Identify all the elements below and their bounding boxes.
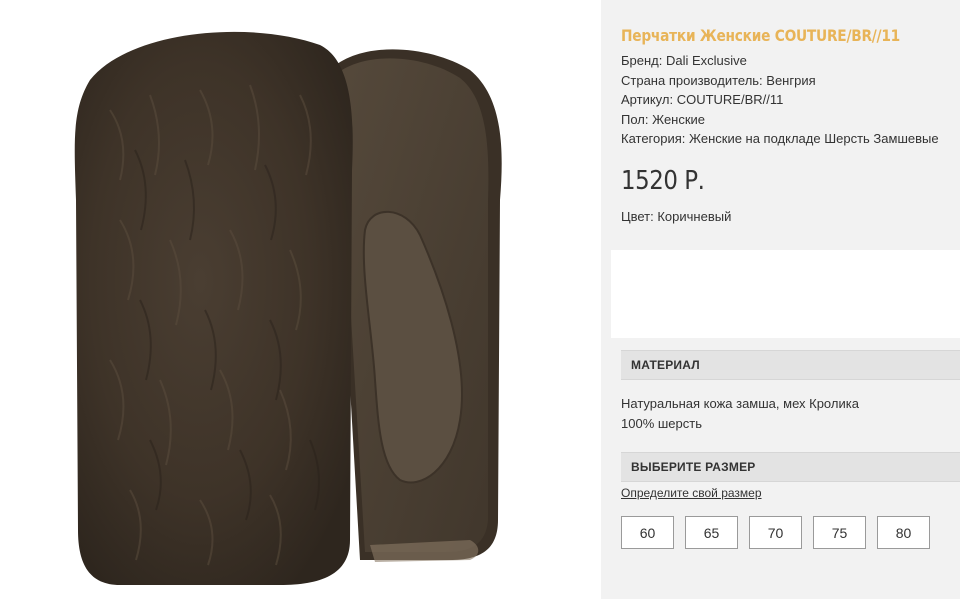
size-options: 60 65 70 75 80 — [621, 516, 930, 549]
property-gender: Пол: Женские — [621, 111, 706, 127]
size-guide-link[interactable]: Определите свой размер — [621, 486, 762, 500]
size-section-header: ВЫБЕРИТЕ РАЗМЕР — [621, 452, 960, 482]
size-button-80[interactable]: 80 — [877, 516, 930, 549]
product-info-panel: Перчатки Женские COUTURE/BR//11 Бренд: D… — [601, 0, 960, 599]
material-description: Натуральная кожа замша, мех Кролика 100%… — [621, 394, 859, 433]
size-button-70[interactable]: 70 — [749, 516, 802, 549]
size-button-75[interactable]: 75 — [813, 516, 866, 549]
product-image — [0, 0, 600, 599]
property-country: Страна производитель: Венгрия — [621, 72, 816, 88]
empty-white-block — [611, 250, 960, 338]
product-title: Перчатки Женские COUTURE/BR//11 — [621, 26, 900, 45]
property-article: Артикул: COUTURE/BR//11 — [621, 92, 784, 107]
material-section-header: МАТЕРИАЛ — [621, 350, 960, 380]
size-button-65[interactable]: 65 — [685, 516, 738, 549]
product-properties: Бренд: Dali Exclusive Страна производите… — [621, 51, 957, 149]
property-category: Категория: Женские на подкладе Шерсть За… — [621, 131, 939, 146]
size-button-60[interactable]: 60 — [621, 516, 674, 549]
fur-mitten-photo — [74, 31, 502, 586]
material-line-2: 100% шерсть — [621, 415, 702, 431]
property-brand: Бренд: Dali Exclusive — [621, 53, 747, 68]
product-color: Цвет: Коричневый — [621, 209, 732, 224]
product-price: 1520 Р. — [621, 166, 705, 196]
material-line-1: Натуральная кожа замша, мех Кролика — [621, 396, 859, 411]
